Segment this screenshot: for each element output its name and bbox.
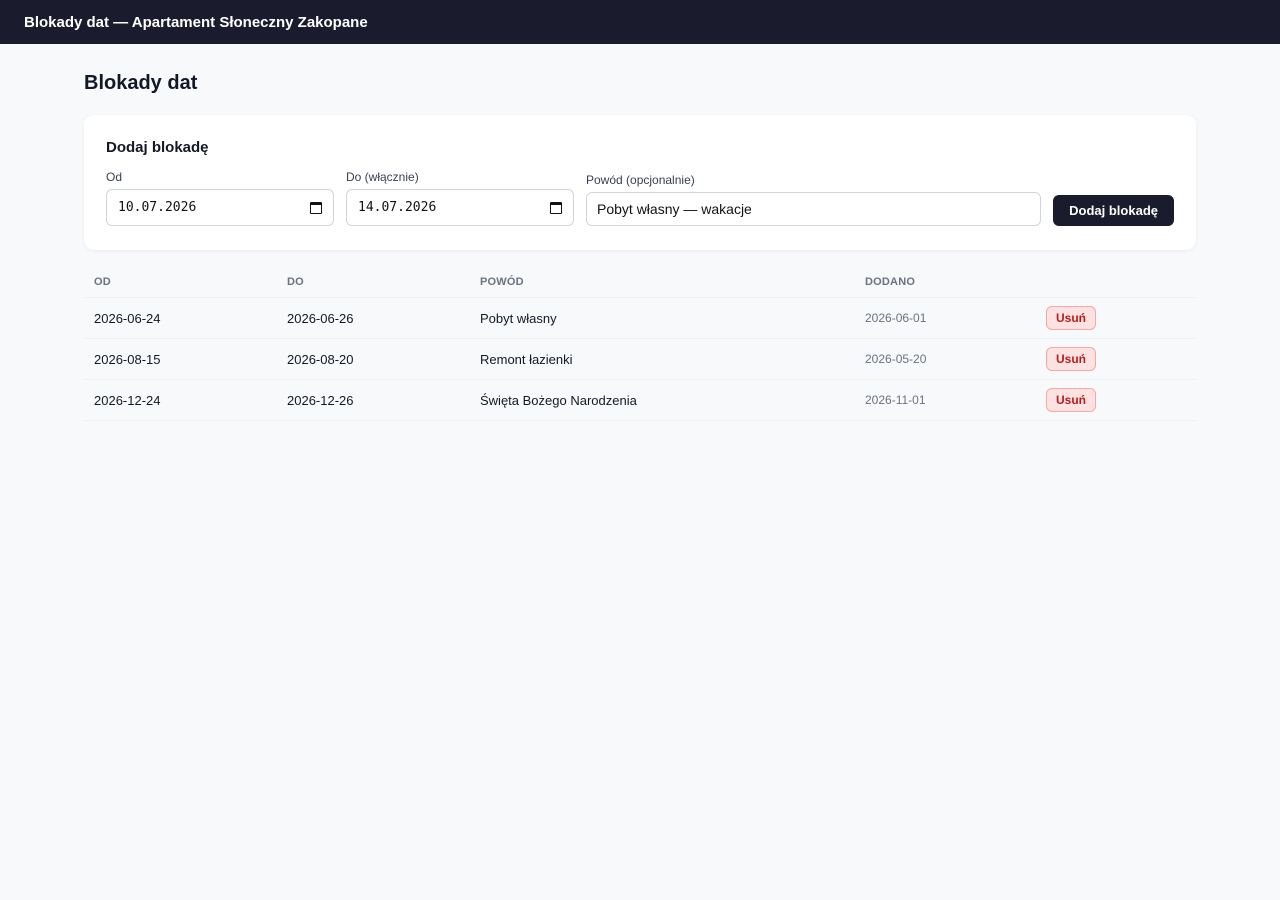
to-label: Do (włącznie) xyxy=(346,170,419,184)
cell-reason: Pobyt własny xyxy=(470,297,855,339)
app-title: Blokady dat — Apartament Słoneczny Zakop… xyxy=(24,13,368,31)
cell-to: 2026-12-26 xyxy=(277,379,470,421)
delete-button[interactable]: Usuń xyxy=(1046,306,1096,330)
from-field: Od 10.07.2026 xyxy=(106,170,334,226)
cell-added: 2026-05-20 xyxy=(855,338,1036,380)
table-row: 2026-08-15 2026-08-20 Remont łazienki 20… xyxy=(84,338,1196,380)
add-block-button[interactable]: Dodaj blokadę xyxy=(1053,195,1174,226)
cell-actions: Usuń xyxy=(1036,297,1196,339)
reason-input[interactable] xyxy=(586,192,1042,226)
column-header-reason: POWÓD xyxy=(470,268,855,298)
blocks-table: OD DO POWÓD DODANO 2026-06-24 2026-06-26… xyxy=(84,268,1196,421)
cell-added: 2026-11-01 xyxy=(855,379,1036,421)
column-header-added: DODANO xyxy=(855,268,1036,298)
cell-actions: Usuń xyxy=(1036,338,1196,380)
add-block-card: Dodaj blokadę Od 10.07.2026 Do (włącznie… xyxy=(84,115,1196,250)
from-date-input[interactable]: 10.07.2026 xyxy=(106,189,334,226)
from-label: Od xyxy=(106,170,123,184)
main-content: Blokady dat Dodaj blokadę Od 10.07.2026 … xyxy=(84,44,1196,421)
reason-label: Powód (opcjonalnie) xyxy=(586,173,695,187)
table-header-row: OD DO POWÓD DODANO xyxy=(84,268,1196,298)
add-block-form: Od 10.07.2026 Do (włącznie) 14.07.2026 P… xyxy=(106,170,1174,226)
calendar-icon[interactable] xyxy=(550,201,562,214)
cell-from: 2026-06-24 xyxy=(84,297,277,339)
column-header-to: DO xyxy=(277,268,470,298)
cell-reason: Remont łazienki xyxy=(470,338,855,380)
column-header-from: OD xyxy=(84,268,277,298)
cell-to: 2026-08-20 xyxy=(277,338,470,380)
cell-added: 2026-06-01 xyxy=(855,297,1036,339)
card-title: Dodaj blokadę xyxy=(106,139,209,156)
cell-from: 2026-08-15 xyxy=(84,338,277,380)
to-field: Do (włącznie) 14.07.2026 xyxy=(346,170,574,226)
delete-button[interactable]: Usuń xyxy=(1046,347,1096,371)
to-date-input[interactable]: 14.07.2026 xyxy=(346,189,574,226)
top-bar: Blokady dat — Apartament Słoneczny Zakop… xyxy=(0,0,1280,44)
delete-button[interactable]: Usuń xyxy=(1046,388,1096,412)
calendar-icon[interactable] xyxy=(310,201,322,214)
from-date-value: 10.07.2026 xyxy=(118,200,197,215)
to-date-value: 14.07.2026 xyxy=(358,200,437,215)
page-title: Blokady dat xyxy=(84,72,198,94)
column-header-actions xyxy=(1036,268,1196,298)
table-row: 2026-12-24 2026-12-26 Święta Bożego Naro… xyxy=(84,379,1196,421)
cell-reason: Święta Bożego Narodzenia xyxy=(470,379,855,421)
cell-from: 2026-12-24 xyxy=(84,379,277,421)
cell-to: 2026-06-26 xyxy=(277,297,470,339)
reason-field: Powód (opcjonalnie) xyxy=(586,173,1042,226)
table-row: 2026-06-24 2026-06-26 Pobyt własny 2026-… xyxy=(84,297,1196,339)
cell-actions: Usuń xyxy=(1036,379,1196,421)
